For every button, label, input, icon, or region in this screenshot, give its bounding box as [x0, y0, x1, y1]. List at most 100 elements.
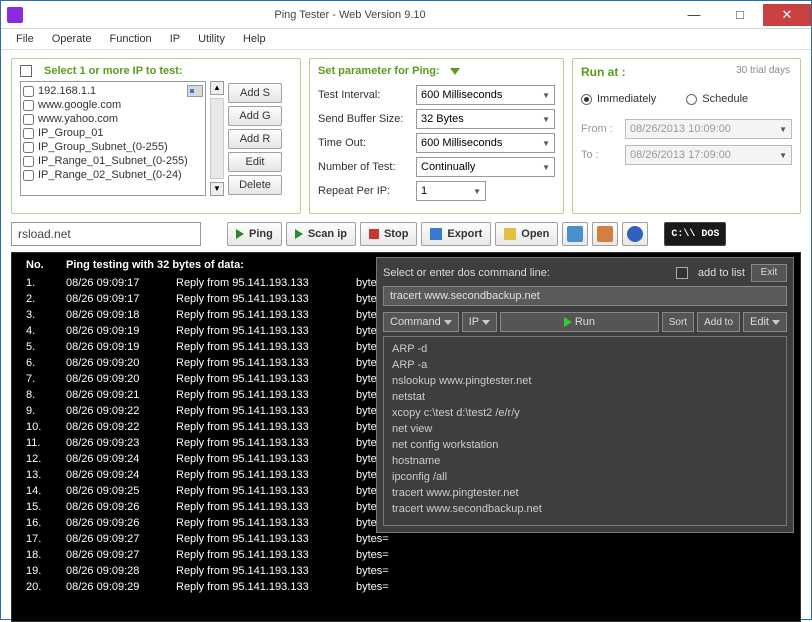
menu-file[interactable]: File [7, 31, 43, 47]
tool-icon-2[interactable] [592, 222, 618, 246]
param-label: Number of Test: [318, 161, 416, 173]
dos-list-item[interactable]: hostname [392, 453, 778, 469]
terminal: No. Ping testing with 32 bytes of data: … [11, 252, 801, 622]
test-interval-select[interactable]: 600 Milliseconds▼ [416, 85, 555, 105]
scrollbar-track[interactable] [210, 98, 224, 179]
immediately-radio[interactable]: Immediately [581, 93, 656, 105]
dos-add-button[interactable]: Add to [697, 312, 740, 332]
stop-button[interactable]: Stop [360, 222, 417, 246]
scroll-up-button[interactable]: ▲ [210, 81, 224, 95]
ip-checkbox[interactable] [23, 128, 34, 139]
dos-run-button[interactable]: Run [500, 312, 659, 332]
ip-checkbox[interactable] [23, 100, 34, 111]
terminal-row: 18.08/26 09:09:27Reply from 95.141.193.1… [26, 547, 786, 563]
window-title: Ping Tester - Web Version 9.10 [29, 9, 671, 21]
timeout-select[interactable]: 600 Milliseconds▼ [416, 133, 555, 153]
select-all-checkbox[interactable] [20, 65, 32, 77]
dos-list-item[interactable]: nslookup www.pingtester.net [392, 373, 778, 389]
ip-item: IP_Group_Subnet_(0-255) [23, 140, 203, 154]
ip-panel-title: Select 1 or more IP to test: [20, 65, 183, 77]
param-label: Test Interval: [318, 89, 416, 101]
edit-button[interactable]: Edit [228, 152, 282, 172]
schedule-radio[interactable]: Schedule [686, 93, 748, 105]
open-button[interactable]: Open [495, 222, 558, 246]
menu-operate[interactable]: Operate [43, 31, 101, 47]
delete-button[interactable]: Delete [228, 175, 282, 195]
add-g-button[interactable]: Add G [228, 106, 282, 126]
dos-sort-button[interactable]: Sort [662, 312, 694, 332]
dos-list-item[interactable]: ARP -d [392, 341, 778, 357]
radio-off-icon [686, 94, 697, 105]
dos-exit-button[interactable]: Exit [751, 264, 787, 282]
dos-list-item[interactable]: ARP -a [392, 357, 778, 373]
play-icon [295, 229, 303, 239]
dos-command-dropdown[interactable]: Command [383, 312, 459, 332]
maximize-button[interactable]: □ [717, 4, 763, 26]
to-datetime[interactable]: 08/26/2013 17:09:00▼ [625, 145, 792, 165]
ip-checkbox[interactable] [23, 156, 34, 167]
tool-icon-1[interactable] [562, 222, 588, 246]
menu-utility[interactable]: Utility [189, 31, 234, 47]
dos-head-label: Select or enter dos command line: [383, 267, 670, 279]
scroll-indicator-icon [187, 85, 203, 97]
titlebar: Ping Tester - Web Version 9.10 — □ ✕ [1, 1, 811, 29]
terminal-row: 19.08/26 09:09:28Reply from 95.141.193.1… [26, 563, 786, 579]
scan-ip-button[interactable]: Scan ip [286, 222, 356, 246]
add-to-list-checkbox[interactable]: add to list [676, 267, 745, 279]
toolbar: Ping Scan ip Stop Export Open C:\\ DOS [1, 218, 811, 252]
minimize-button[interactable]: — [671, 4, 717, 26]
ip-item: IP_Group_01 [23, 126, 203, 140]
host-input[interactable] [11, 222, 201, 246]
menu-function[interactable]: Function [100, 31, 160, 47]
ip-item: IP_Range_01_Subnet_(0-255) [23, 154, 203, 168]
add-r-button[interactable]: Add R [228, 129, 282, 149]
dropdown-icon[interactable] [450, 68, 460, 75]
dos-list-item[interactable]: xcopy c:\test d:\test2 /e/r/y [392, 405, 778, 421]
param-label: Repeat Per IP: [318, 185, 416, 197]
buffer-size-select[interactable]: 32 Bytes▼ [416, 109, 555, 129]
checkbox-icon [676, 267, 688, 279]
dos-button[interactable]: C:\\ DOS [664, 222, 726, 246]
menu-help[interactable]: Help [234, 31, 275, 47]
ip-checkbox[interactable] [23, 142, 34, 153]
window-controls: — □ ✕ [671, 4, 811, 26]
ip-checkbox[interactable] [23, 170, 34, 181]
dos-list-item[interactable]: ipconfig /all [392, 469, 778, 485]
ip-item: 192.168.1.1 [23, 84, 203, 98]
ip-list[interactable]: 192.168.1.1 www.google.com www.yahoo.com… [20, 81, 206, 196]
dos-list-item[interactable]: tracert www.pingtester.net [392, 485, 778, 501]
num-tests-select[interactable]: Continually▼ [416, 157, 555, 177]
ip-checkbox[interactable] [23, 86, 34, 97]
params-title: Set parameter for Ping: [318, 65, 460, 77]
ip-item: www.yahoo.com [23, 112, 203, 126]
dos-list-item[interactable]: net view [392, 421, 778, 437]
add-s-button[interactable]: Add S [228, 83, 282, 103]
dos-list-item[interactable]: netstat [392, 389, 778, 405]
repeat-select[interactable]: 1▼ [416, 181, 486, 201]
ping-button[interactable]: Ping [227, 222, 282, 246]
ip-checkbox[interactable] [23, 114, 34, 125]
scroll-down-button[interactable]: ▼ [210, 182, 224, 196]
run-panel: 30 trial days Run at : Immediately Sched… [572, 58, 801, 214]
chevron-down-icon [444, 320, 452, 325]
chevron-down-icon [482, 320, 490, 325]
close-button[interactable]: ✕ [763, 4, 811, 26]
dos-command-input[interactable] [383, 286, 787, 306]
stop-icon [369, 229, 379, 239]
dos-list-item[interactable]: net config workstation [392, 437, 778, 453]
dos-command-list[interactable]: ARP -dARP -anslookup www.pingtester.netn… [383, 336, 787, 526]
to-label: To : [581, 149, 619, 161]
play-icon [564, 317, 572, 327]
export-button[interactable]: Export [421, 222, 491, 246]
tool-icon-3[interactable] [622, 222, 648, 246]
play-icon [236, 229, 244, 239]
from-datetime[interactable]: 08/26/2013 10:09:00▼ [625, 119, 792, 139]
ip-select-panel: Select 1 or more IP to test: 192.168.1.1… [11, 58, 301, 214]
dos-edit-dropdown[interactable]: Edit [743, 312, 787, 332]
dos-ip-dropdown[interactable]: IP [462, 312, 497, 332]
globe-icon [627, 226, 643, 242]
param-label: Send Buffer Size: [318, 113, 416, 125]
col-no: No. [26, 259, 66, 271]
menu-ip[interactable]: IP [161, 31, 189, 47]
dos-list-item[interactable]: tracert www.secondbackup.net [392, 501, 778, 517]
